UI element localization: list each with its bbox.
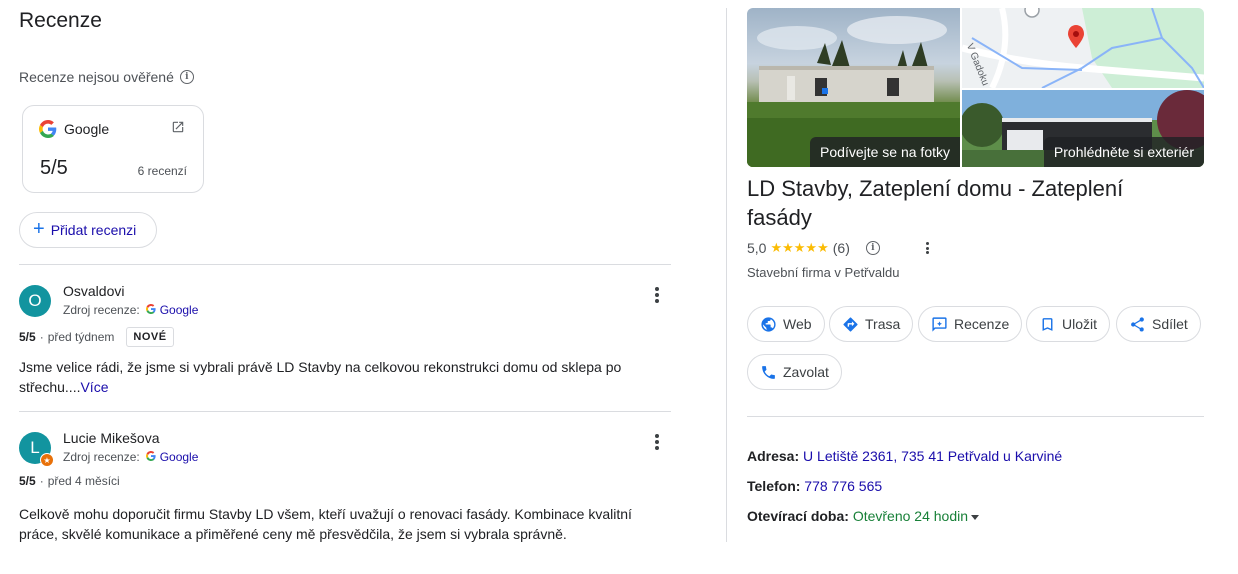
unverified-text: Recenze nejsou ověřené <box>19 69 174 85</box>
business-panel: Podívejte se na fotky V Gadoku Prohlédně… <box>747 0 1204 574</box>
route-label: Trasa <box>865 316 901 332</box>
map-thumbnail[interactable]: V Gadoku <box>962 8 1204 88</box>
hours-label: Otevírací doba: <box>747 508 849 524</box>
globe-icon <box>761 316 776 332</box>
review-score: 5/5 <box>19 330 36 344</box>
review-author[interactable]: Lucie Mikešova <box>63 430 160 446</box>
review-text-body: Jsme velice rádi, že jsme si vybrali prá… <box>19 359 622 395</box>
reviews-panel: Recenze Recenze nejsou ověřené i Google … <box>19 0 671 574</box>
google-logo-icon <box>145 303 156 317</box>
phone-link[interactable]: 778 776 565 <box>804 478 882 494</box>
review-source: Zdroj recenze: Google <box>63 450 198 464</box>
external-link-icon[interactable] <box>171 120 185 139</box>
save-button[interactable]: Uložit <box>1026 306 1111 342</box>
review-time: před 4 měsíci <box>47 474 120 488</box>
address-row: Adresa: U Letiště 2361, 735 41 Petřvald … <box>747 448 1062 464</box>
avatar[interactable]: L ★ <box>19 432 54 467</box>
exterior-thumbnail[interactable]: Prohlédněte si exteriér <box>962 90 1204 167</box>
hours-status[interactable]: Otevřeno 24 hodin <box>853 508 968 524</box>
more-options-icon[interactable] <box>655 287 659 303</box>
add-review-label: Přidat recenzi <box>50 222 137 238</box>
rating-value: 5,0 <box>747 240 767 256</box>
google-card-count: 6 recenzí <box>137 164 187 178</box>
view-photos-label: Podívejte se na fotky <box>820 144 950 160</box>
info-icon[interactable]: i <box>865 241 880 255</box>
phone-row: Telefon: 778 776 565 <box>747 478 882 494</box>
local-guide-star-icon: ★ <box>40 453 54 467</box>
more-options-icon[interactable] <box>926 242 929 254</box>
review-text: Celkově mohu doporučit firmu Stavby LD v… <box>19 506 632 542</box>
share-label: Sdílet <box>1152 316 1188 332</box>
business-name: LD Stavby, Zateplení domu - Zateplení fa… <box>747 176 1124 230</box>
review-source-name[interactable]: Google <box>160 450 199 464</box>
avatar[interactable]: O <box>19 285 51 317</box>
plus-icon: + <box>33 218 45 240</box>
photo-main[interactable]: Podívejte se na fotky <box>747 8 960 167</box>
save-label: Uložit <box>1062 316 1098 332</box>
view-photos-button[interactable]: Podívejte se na fotky <box>810 137 960 167</box>
review-score: 5/5 <box>19 474 36 488</box>
divider <box>19 264 671 265</box>
review-source: Zdroj recenze: Google <box>63 303 198 317</box>
google-logo-icon <box>39 120 57 143</box>
review-time: před týdnem <box>47 330 115 344</box>
review-icon <box>932 316 947 332</box>
map-image <box>962 8 1204 88</box>
review-source-name[interactable]: Google <box>160 303 199 317</box>
meta-separator: · <box>39 330 44 344</box>
address-link[interactable]: U Letiště 2361, 735 41 Petřvald u Karvin… <box>803 448 1062 464</box>
review-text: Jsme velice rádi, že jsme si vybrali prá… <box>19 357 659 397</box>
web-button[interactable]: Web <box>747 306 825 342</box>
hours-row: Otevírací doba: Otevřeno 24 hodin <box>747 508 980 524</box>
google-card-name: Google <box>64 121 110 137</box>
meta-separator: · <box>39 474 44 488</box>
divider <box>19 411 671 412</box>
phone-label: Telefon: <box>747 478 801 494</box>
view-exterior-button[interactable]: Prohlédněte si exteriér <box>1043 137 1204 167</box>
review-source-label: Zdroj recenze: <box>63 450 140 464</box>
chevron-down-icon[interactable] <box>971 514 980 520</box>
divider <box>747 416 1204 417</box>
add-review-button[interactable]: + Přidat recenzi <box>19 212 157 248</box>
avatar-letter: L <box>30 438 40 457</box>
google-card-score: 5/5 <box>40 157 68 179</box>
review-meta: 5/5 · před 4 měsíci <box>19 474 120 488</box>
panel-separator <box>726 8 727 542</box>
review-author[interactable]: Osvaldovi <box>63 283 124 299</box>
read-more-link[interactable]: Více <box>80 379 108 395</box>
address-label: Adresa: <box>747 448 800 464</box>
google-rating-card[interactable]: Google 5/5 6 recenzí <box>22 105 204 193</box>
rating-row: 5,0 ★★★★★ (6) i <box>747 240 880 256</box>
avatar-letter: O <box>28 291 42 310</box>
route-button[interactable]: Trasa <box>829 306 914 342</box>
call-label: Zavolat <box>783 364 829 380</box>
share-icon <box>1131 316 1144 332</box>
business-category: Stavební firma v Petřvaldu <box>747 265 900 280</box>
star-rating-icon: ★★★★★ <box>770 240 829 255</box>
review-meta: 5/5 · před týdnem NOVÉ <box>19 327 174 347</box>
rating-count[interactable]: (6) <box>833 240 850 256</box>
directions-icon <box>843 316 858 332</box>
google-logo-icon <box>145 450 156 464</box>
phone-icon <box>762 365 775 379</box>
more-options-icon[interactable] <box>655 434 659 450</box>
reviews-label: Recenze <box>954 316 1010 332</box>
unverified-notice: Recenze nejsou ověřené i <box>19 69 194 85</box>
new-badge: NOVÉ <box>126 327 174 347</box>
reviews-title: Recenze <box>19 9 102 32</box>
view-exterior-label: Prohlédněte si exteriér <box>1053 144 1194 160</box>
reviews-button[interactable]: Recenze <box>918 306 1023 342</box>
info-icon[interactable]: i <box>179 70 194 84</box>
bookmark-icon <box>1042 317 1053 331</box>
web-label: Web <box>783 316 812 332</box>
call-button[interactable]: Zavolat <box>747 354 842 390</box>
review-source-label: Zdroj recenze: <box>63 303 140 317</box>
share-button[interactable]: Sdílet <box>1116 306 1201 342</box>
